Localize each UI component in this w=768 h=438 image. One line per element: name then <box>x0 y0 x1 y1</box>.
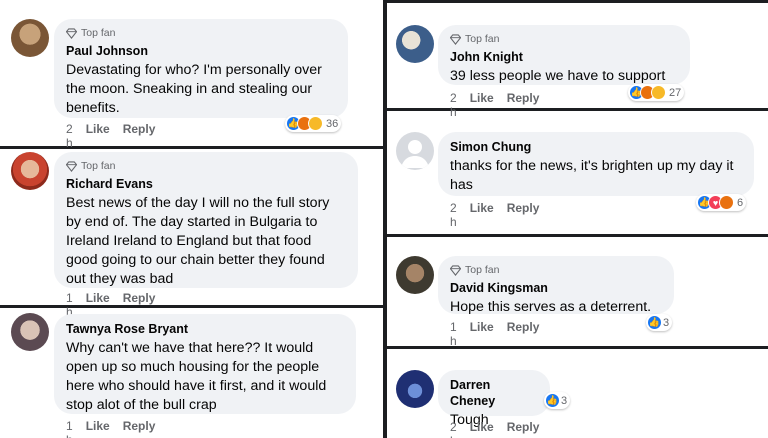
like-button[interactable]: Like <box>470 320 494 348</box>
reaction-summary[interactable]: 👍 3 <box>646 314 673 331</box>
diamond-icon <box>450 33 461 45</box>
comment-bubble: Tawnya Rose Bryant Why can't we have tha… <box>54 314 356 414</box>
like-button[interactable]: Like <box>86 419 110 438</box>
panel-divider <box>387 0 768 3</box>
reaction-count: 3 <box>561 394 568 407</box>
top-fan-badge: Top fan <box>66 159 346 173</box>
comment-time[interactable]: 2 h <box>450 201 457 229</box>
angry-reaction-icon <box>719 195 734 210</box>
comment-author[interactable]: John Knight <box>450 49 678 65</box>
reaction-summary[interactable]: 👍 3 <box>544 392 571 409</box>
comment-actions: 2 h Like Reply <box>450 91 539 119</box>
top-fan-label: Top fan <box>81 27 116 39</box>
comment-actions: 2 h Like Reply <box>66 122 155 150</box>
top-fan-label: Top fan <box>81 160 116 172</box>
diamond-icon <box>450 264 461 276</box>
comment-bubble: Top fan John Knight 39 less people we ha… <box>438 25 690 85</box>
comment-actions: 1 h Like Reply <box>450 320 539 348</box>
comment-text: Devastating for who? I'm personally over… <box>66 62 322 116</box>
comment-time[interactable]: 2 h <box>450 420 457 438</box>
comment-text: Why can't we have that here?? It would o… <box>66 340 327 413</box>
comment-text: Best news of the day I will no the full … <box>66 195 330 287</box>
comment-author[interactable]: David Kingsman <box>450 280 662 296</box>
diamond-icon <box>66 160 77 172</box>
diamond-icon <box>66 27 77 39</box>
comment-author[interactable]: Simon Chung <box>450 139 742 155</box>
comment-bubble: Simon Chung thanks for the news, it's br… <box>438 132 754 196</box>
reply-button[interactable]: Reply <box>507 320 540 348</box>
top-fan-badge: Top fan <box>450 32 678 46</box>
like-button[interactable]: Like <box>470 420 494 438</box>
panel-divider <box>387 234 768 237</box>
comment-time[interactable]: 1 h <box>450 320 457 348</box>
comment-author[interactable]: Richard Evans <box>66 176 346 192</box>
avatar[interactable] <box>11 313 49 351</box>
comment-bubble: Top fan David Kingsman Hope this serves … <box>438 256 674 315</box>
panel-divider <box>387 108 768 111</box>
reaction-summary[interactable]: 👍 36 <box>285 115 342 132</box>
default-avatar-icon <box>401 140 429 168</box>
comment-actions: 2 h Like Reply <box>450 420 539 438</box>
top-fan-badge: Top fan <box>450 263 662 277</box>
like-button[interactable]: Like <box>86 122 110 150</box>
like-button[interactable]: Like <box>470 201 494 229</box>
avatar[interactable] <box>396 370 434 408</box>
reply-button[interactable]: Reply <box>123 419 156 438</box>
panel-divider-vertical <box>383 0 387 438</box>
like-button[interactable]: Like <box>470 91 494 119</box>
comment-bubble: Darren Cheney Tough <box>438 370 550 428</box>
panel-divider <box>0 146 383 149</box>
avatar[interactable] <box>396 256 434 294</box>
avatar[interactable] <box>396 25 434 63</box>
comment-time[interactable]: 2 h <box>450 91 457 119</box>
comment-author[interactable]: Paul Johnson <box>66 43 336 59</box>
panel-divider <box>0 305 383 308</box>
reaction-count: 6 <box>737 196 744 209</box>
avatar[interactable] <box>11 19 49 57</box>
comment-time[interactable]: 1 h <box>66 419 73 438</box>
like-reaction-icon: 👍 <box>545 393 560 408</box>
avatar[interactable] <box>11 152 49 190</box>
panel-divider <box>387 346 768 349</box>
top-fan-badge: Top fan <box>66 26 336 40</box>
reply-button[interactable]: Reply <box>507 91 540 119</box>
comment-time[interactable]: 2 h <box>66 122 73 150</box>
reaction-count: 36 <box>326 117 339 130</box>
reaction-summary[interactable]: 👍 ♥ 6 <box>696 194 747 211</box>
comment-author[interactable]: Tawnya Rose Bryant <box>66 321 344 337</box>
reaction-summary[interactable]: 👍 27 <box>628 84 685 101</box>
comment-text: thanks for the news, it's brighten up my… <box>450 158 734 193</box>
reply-button[interactable]: Reply <box>123 122 156 150</box>
comment-author[interactable]: Darren Cheney <box>450 377 538 409</box>
comment-actions: 1 h Like Reply <box>66 419 155 438</box>
comment-text: Hope this serves as a deterrent. <box>450 299 652 315</box>
reply-button[interactable]: Reply <box>507 201 540 229</box>
top-fan-label: Top fan <box>465 33 500 45</box>
haha-reaction-icon <box>651 85 666 100</box>
reply-button[interactable]: Reply <box>507 420 540 438</box>
avatar[interactable] <box>396 132 434 170</box>
comment-bubble: Top fan Paul Johnson Devastating for who… <box>54 19 348 118</box>
reaction-count: 27 <box>669 86 682 99</box>
like-reaction-icon: 👍 <box>647 315 662 330</box>
top-fan-label: Top fan <box>465 264 500 276</box>
reaction-count: 3 <box>663 316 670 329</box>
comment-bubble: Top fan Richard Evans Best news of the d… <box>54 152 358 288</box>
comment-actions: 2 h Like Reply <box>450 201 539 229</box>
haha-reaction-icon <box>308 116 323 131</box>
